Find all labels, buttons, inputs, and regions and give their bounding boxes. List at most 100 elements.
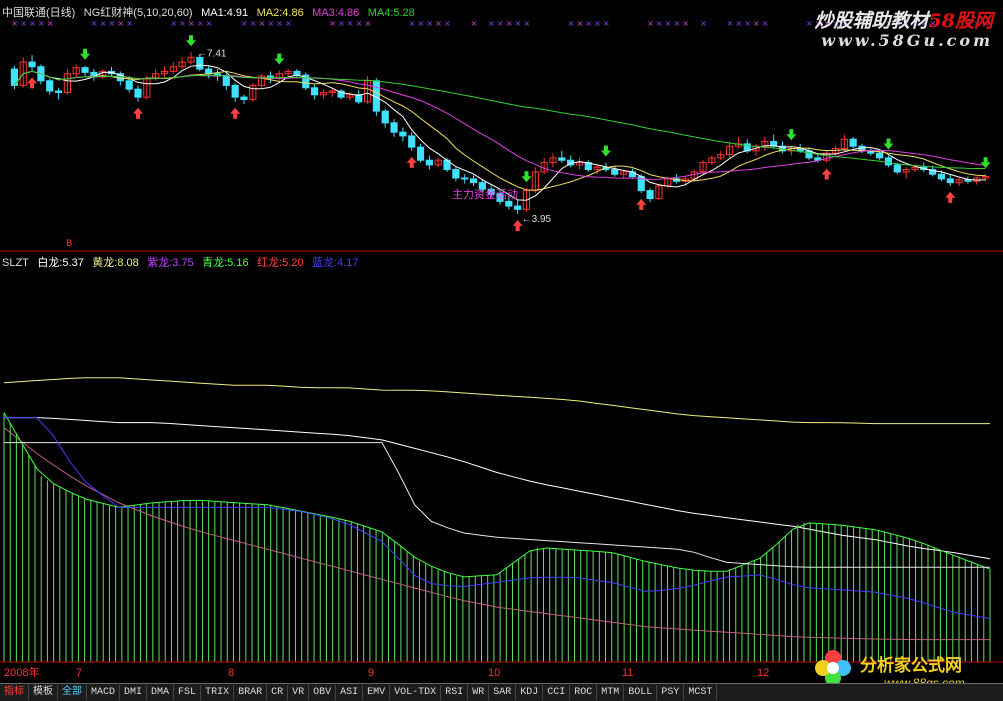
main-activity-label: 主力资金活动 — [452, 187, 518, 201]
signal-dot-x: × — [329, 19, 336, 28]
signal-dot-x: × — [585, 19, 592, 28]
signal-b-mark: B — [66, 239, 72, 249]
signal-dot-x: × — [418, 19, 425, 28]
x-axis-month-label: 9 — [368, 667, 375, 679]
buy-arrow-icon — [945, 191, 956, 203]
x-axis: 2008年 7 8 9 10 11 12 — [0, 667, 1003, 681]
candle-body — [231, 84, 239, 98]
candle-body — [611, 169, 619, 175]
sell-arrow-icon — [521, 171, 532, 183]
high-price-label: ←7.41 — [197, 48, 227, 59]
ma2-line — [14, 70, 986, 191]
buy-arrow-icon — [406, 156, 417, 168]
indicator-tab-kdj[interactable]: KDJ — [516, 685, 544, 700]
indicator-tab-obv[interactable]: OBV — [309, 685, 337, 700]
signal-dot-x: × — [241, 19, 248, 28]
candle-body — [876, 152, 884, 159]
signal-dot-x: × — [523, 19, 530, 28]
indicator-tab-vr[interactable]: VR — [288, 685, 310, 700]
ma2-value: MA2:4.86 — [256, 7, 304, 19]
indicator-tab-fsl[interactable]: FSL — [174, 685, 202, 700]
indicator-tab-roc[interactable]: ROC — [570, 685, 598, 700]
ind-name: SLZT — [2, 257, 29, 269]
candle-body — [514, 205, 522, 210]
signal-dot-x: × — [727, 19, 734, 28]
candle-body — [222, 75, 230, 86]
signal-dot-x: × — [126, 19, 133, 28]
signal-dot-x: × — [497, 19, 504, 28]
candle-body — [469, 178, 478, 184]
signal-dot-x: × — [682, 19, 689, 28]
signal-dot-x: × — [762, 19, 769, 28]
red-dragon-line — [4, 442, 990, 568]
indicator-tab-模板[interactable]: 模板 — [29, 685, 58, 700]
candle-body — [81, 67, 89, 73]
signal-dot-x: × — [515, 19, 522, 28]
x-axis-month-label: 12 — [757, 667, 770, 679]
ma3-line — [14, 70, 986, 180]
signal-dot-x: × — [206, 19, 213, 28]
watermark-text-b: 58股网 — [928, 10, 993, 32]
indicator-tab-rsi[interactable]: RSI — [441, 685, 469, 700]
watermark-58gu-url: www.58Gu.com — [821, 31, 993, 50]
buy-arrow-icon — [27, 77, 38, 89]
signal-dot-x: × — [444, 19, 451, 28]
indicator-tab-vol-tdx[interactable]: VOL-TDX — [390, 685, 442, 700]
signal-dot-x: × — [576, 19, 583, 28]
signal-dot-x: × — [347, 19, 354, 28]
indicator-tab-指标[interactable]: 指标 — [0, 685, 29, 700]
indicator-pane[interactable] — [3, 377, 991, 662]
indicator-tab-wr[interactable]: WR — [468, 685, 490, 700]
stock-name: 中国联通(日线) — [2, 7, 76, 19]
indicator-tab-mcst[interactable]: MCST — [684, 685, 718, 700]
candle-body — [416, 146, 425, 161]
x-axis-month-label: 10 — [488, 667, 501, 679]
indicator-tab-macd[interactable]: MACD — [87, 685, 121, 700]
signal-dot-x: × — [20, 19, 27, 28]
candle-body — [390, 122, 398, 133]
indicator-tab-dmi[interactable]: DMI — [120, 685, 148, 700]
candle-body — [408, 135, 416, 148]
signal-dot-x: × — [117, 19, 124, 28]
price-pane[interactable]: × × × × × × × × × × × × × × × × × × × × × × × × × × × × × × × × × × × × × × × ×… — [10, 19, 991, 249]
indicator-tab-全部[interactable]: 全部 — [58, 685, 87, 700]
indicator-tab-dma[interactable]: DMA — [147, 685, 175, 700]
indicator-tab-cci[interactable]: CCI — [543, 685, 571, 700]
indicator-tab-brar[interactable]: BRAR — [234, 685, 268, 700]
indicator-tab-asi[interactable]: ASI — [336, 685, 364, 700]
purple-dragon-value: 紫龙:3.75 — [147, 257, 194, 269]
watermark-58gu-title: 炒股辅助教材58股网 — [815, 6, 993, 33]
signal-dot-x: × — [744, 19, 751, 28]
indicator-tab-bar: 指标 模板 全部 MACD DMI DMA FSL TRIX BRAR CR VR OBV ASI EMV… — [0, 683, 1003, 701]
indicator-tab-mtm[interactable]: MTM — [597, 685, 625, 700]
buy-arrow-icon — [230, 107, 241, 119]
indicator-tab-boll[interactable]: BOLL — [624, 685, 658, 700]
candle-body — [849, 138, 857, 147]
indicator-tab-trix[interactable]: TRIX — [201, 685, 235, 700]
signal-dot-x: × — [356, 19, 363, 28]
ma3-value: MA3:4.86 — [312, 7, 360, 19]
signal-dot-x: × — [735, 19, 742, 28]
sell-arrow-icon — [786, 129, 797, 141]
candle-body — [893, 164, 901, 173]
sell-arrow-icon — [883, 138, 894, 150]
signal-dot-x: × — [806, 19, 813, 28]
white-dragon-value: 白龙:5.37 — [37, 257, 84, 269]
signal-dot-x: × — [568, 19, 575, 28]
indicator-tab-psy[interactable]: PSY — [657, 685, 685, 700]
indicator-name: NG红财神(5,10,20,60) — [83, 7, 193, 19]
indicator-tab-sar[interactable]: SAR — [489, 685, 517, 700]
stock-chart-stage: × × × × × × × × × × × × × × × × × × × × × × × × × × × × × × × × × × × × × × × ×… — [0, 19, 1003, 663]
signal-dot-x: × — [29, 19, 36, 28]
indicator-tab-emv[interactable]: EMV — [363, 685, 391, 700]
candle-body — [558, 157, 566, 161]
signal-dot-x: × — [365, 19, 372, 28]
signal-dot-x: × — [188, 19, 195, 28]
candle-body — [134, 88, 142, 98]
indicator-tab-cr[interactable]: CR — [267, 685, 289, 700]
signal-dot-x: × — [259, 19, 266, 28]
price-legend: 中国联通(日线) NG红财神(5,10,20,60) MA1:4.91 MA2:… — [2, 3, 419, 19]
signal-dot-x: × — [656, 19, 663, 28]
buy-arrow-icon — [821, 168, 832, 180]
signal-dot-x: × — [603, 19, 610, 28]
